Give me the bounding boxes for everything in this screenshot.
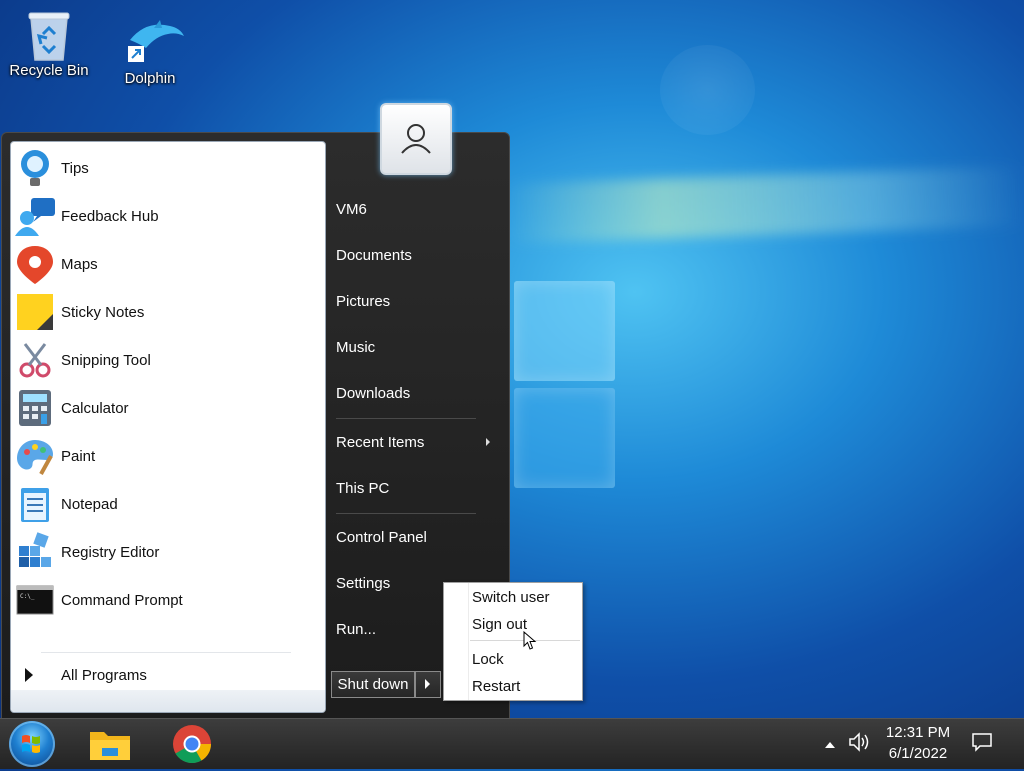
dolphin-icon bbox=[126, 18, 184, 66]
user-avatar[interactable] bbox=[380, 103, 452, 175]
programs-divider bbox=[41, 652, 291, 653]
menu-item-switch-user[interactable]: Switch user bbox=[472, 589, 550, 606]
right-divider bbox=[336, 513, 476, 514]
start-search-area bbox=[11, 690, 325, 712]
start-item-control-panel[interactable]: Control Panel bbox=[336, 529, 427, 546]
menu-gutter bbox=[468, 583, 469, 700]
start-menu-programs-pane: Tips Feedback Hub Maps Sticky Notes Snip bbox=[10, 141, 326, 713]
feedback-hub-icon bbox=[15, 196, 55, 236]
program-maps[interactable]: Maps bbox=[15, 240, 321, 288]
expand-arrow-icon bbox=[25, 668, 33, 682]
submenu-arrow-icon bbox=[486, 438, 490, 446]
start-item-recent-items[interactable]: Recent Items bbox=[336, 434, 424, 451]
power-options-menu: Switch user Sign out Lock Restart bbox=[443, 582, 583, 701]
taskbar-chrome[interactable] bbox=[170, 722, 214, 766]
recycle-bin-icon bbox=[25, 10, 73, 61]
notepad-icon bbox=[15, 484, 55, 524]
desktop-icon-label: Recycle Bin bbox=[9, 62, 89, 79]
taskbar-clock[interactable]: 12:31 PM 6/1/2022 bbox=[880, 722, 956, 764]
program-feedback-hub[interactable]: Feedback Hub bbox=[15, 192, 321, 240]
tips-lightbulb-icon bbox=[15, 148, 55, 188]
start-button[interactable] bbox=[9, 721, 55, 767]
wallpaper-light-streak bbox=[504, 165, 1024, 245]
snipping-tool-icon bbox=[15, 340, 55, 380]
registry-editor-icon bbox=[15, 532, 55, 572]
program-snipping-tool[interactable]: Snipping Tool bbox=[15, 336, 321, 384]
clock-time: 12:31 PM bbox=[885, 724, 951, 741]
user-icon bbox=[401, 124, 431, 154]
notifications-button[interactable] bbox=[971, 731, 993, 757]
taskbar-file-explorer[interactable] bbox=[88, 722, 132, 766]
calculator-icon bbox=[15, 388, 55, 428]
right-divider bbox=[336, 418, 476, 419]
start-item-music[interactable]: Music bbox=[336, 339, 375, 356]
desktop-icon-recycle-bin[interactable]: Recycle Bin bbox=[4, 10, 94, 79]
power-options-arrow-button[interactable] bbox=[415, 671, 441, 698]
chrome-icon bbox=[173, 725, 212, 764]
program-command-prompt[interactable]: C:\_ Command Prompt bbox=[15, 576, 321, 624]
menu-item-restart[interactable]: Restart bbox=[472, 678, 520, 695]
start-item-settings[interactable]: Settings bbox=[336, 575, 390, 592]
chevron-up-icon bbox=[825, 742, 835, 748]
file-explorer-icon bbox=[90, 732, 130, 760]
sticky-notes-icon bbox=[15, 292, 55, 332]
volume-button[interactable] bbox=[848, 731, 872, 757]
clock-date: 6/1/2022 bbox=[888, 745, 948, 762]
program-registry-editor[interactable]: Registry Editor bbox=[15, 528, 321, 576]
shut-down-button[interactable]: Shut down bbox=[331, 671, 415, 698]
notification-icon bbox=[972, 733, 992, 752]
wallpaper-bubble bbox=[660, 45, 755, 135]
start-item-pictures[interactable]: Pictures bbox=[336, 293, 390, 310]
desktop-icon-dolphin[interactable]: Dolphin bbox=[105, 18, 195, 87]
command-prompt-icon: C:\_ bbox=[15, 580, 55, 620]
start-item-downloads[interactable]: Downloads bbox=[336, 385, 410, 402]
program-notepad[interactable]: Notepad bbox=[15, 480, 321, 528]
volume-icon bbox=[849, 732, 869, 752]
desktop-icon-label: Dolphin bbox=[124, 70, 176, 87]
windows-logo-icon bbox=[22, 735, 40, 753]
start-menu: Tips Feedback Hub Maps Sticky Notes Snip bbox=[1, 132, 510, 720]
program-paint[interactable]: Paint bbox=[15, 432, 321, 480]
maps-pin-icon bbox=[15, 244, 55, 284]
menu-item-lock[interactable]: Lock bbox=[472, 651, 504, 668]
program-calculator[interactable]: Calculator bbox=[15, 384, 321, 432]
paint-palette-icon bbox=[15, 436, 55, 476]
wallpaper-windows-logo bbox=[514, 281, 615, 488]
all-programs-button[interactable]: All Programs bbox=[19, 660, 309, 690]
program-sticky-notes[interactable]: Sticky Notes bbox=[15, 288, 321, 336]
start-item-user-folder[interactable]: VM6 bbox=[336, 201, 367, 218]
mouse-cursor-icon bbox=[523, 631, 537, 650]
svg-text:C:\_: C:\_ bbox=[20, 593, 35, 600]
start-item-run[interactable]: Run... bbox=[336, 621, 376, 638]
menu-item-sign-out[interactable]: Sign out bbox=[472, 616, 527, 633]
start-item-this-pc[interactable]: This PC bbox=[336, 480, 389, 497]
program-tips[interactable]: Tips bbox=[15, 144, 321, 192]
start-item-documents[interactable]: Documents bbox=[336, 247, 412, 264]
show-hidden-icons-button[interactable] bbox=[824, 737, 836, 754]
